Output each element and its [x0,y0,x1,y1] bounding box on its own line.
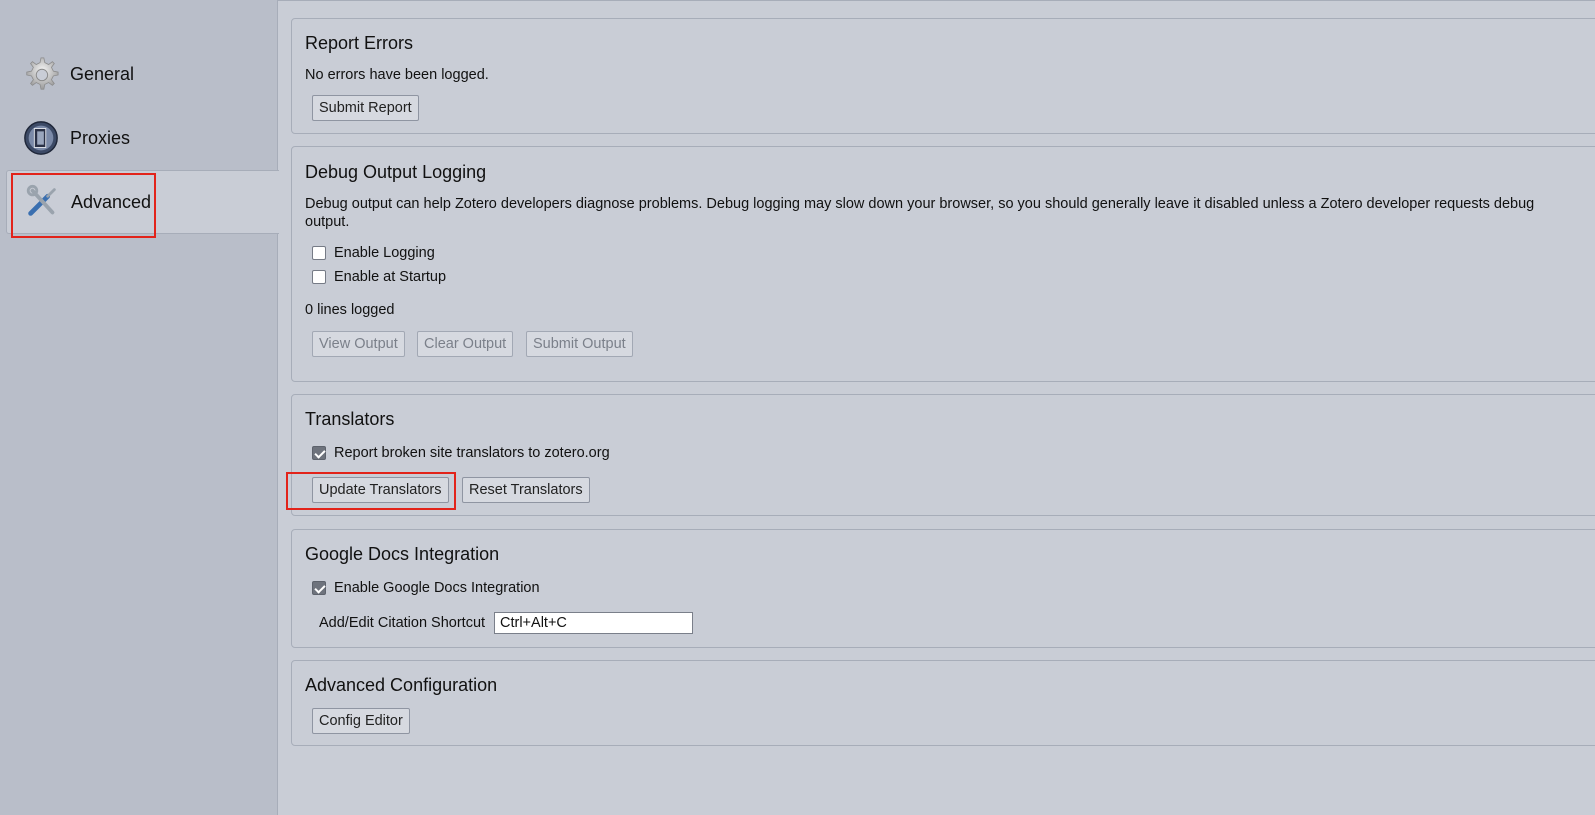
citation-shortcut-input[interactable]: Ctrl+Alt+C [494,612,693,634]
group-title: Translators [305,409,395,429]
report-broken-row[interactable]: Report broken site translators to zotero… [312,445,610,461]
enable-logging-row[interactable]: Enable Logging [312,245,435,261]
update-translators-button[interactable]: Update Translators [312,477,449,503]
shortcut-label: Add/Edit Citation Shortcut [319,615,486,631]
gear-icon [26,57,59,90]
debug-description: Debug output can help Zotero developers … [305,196,1535,230]
sidebar-item-label: Proxies [70,127,131,148]
group-title: Advanced Configuration [305,675,498,695]
sidebar-item-label: Advanced [71,191,152,212]
reset-translators-button[interactable]: Reset Translators [462,477,590,503]
submit-output-button[interactable]: Submit Output [526,331,633,357]
report-errors-group: Report Errors No errors have been logged… [291,18,1595,134]
enable-startup-row[interactable]: Enable at Startup [312,269,446,285]
checkbox-label: Report broken site translators to zotero… [334,445,610,461]
checkbox-label: Enable Logging [334,245,435,261]
group-title: Debug Output Logging [305,162,487,182]
submit-report-button[interactable]: Submit Report [312,95,419,121]
group-title: Report Errors [305,33,414,53]
enable-gdocs-row[interactable]: Enable Google Docs Integration [312,580,540,596]
google-docs-group: Google Docs Integration Enable Google Do… [291,529,1595,648]
sidebar-item-advanced[interactable]: Advanced [6,170,279,234]
advanced-config-group: Advanced Configuration Config Editor [291,660,1595,746]
lines-logged-text: 0 lines logged [305,302,395,318]
clear-output-button[interactable]: Clear Output [417,331,514,357]
config-editor-button[interactable]: Config Editor [312,708,410,734]
advanced-pane: Report Errors No errors have been logged… [278,0,1595,815]
debug-logging-group: Debug Output Logging Debug output can he… [291,146,1595,382]
checkbox-label: Enable Google Docs Integration [334,580,540,596]
enable-startup-checkbox[interactable] [312,270,326,284]
sidebar-item-general[interactable]: General [6,42,279,106]
preferences-sidebar: General Proxies Advanced [0,0,279,815]
errors-status-text: No errors have been logged. [305,67,489,83]
group-title: Google Docs Integration [305,544,500,564]
sidebar-item-proxies[interactable]: Proxies [6,106,279,170]
proxies-icon [24,121,58,155]
enable-logging-checkbox[interactable] [312,246,326,260]
enable-gdocs-checkbox[interactable] [312,581,326,595]
checkbox-label: Enable at Startup [334,269,447,285]
sidebar-item-label: General [70,63,135,84]
report-broken-checkbox[interactable] [312,446,326,460]
tools-icon [26,184,56,216]
view-output-button[interactable]: View Output [312,331,405,357]
translators-group: Translators Report broken site translato… [291,394,1595,516]
